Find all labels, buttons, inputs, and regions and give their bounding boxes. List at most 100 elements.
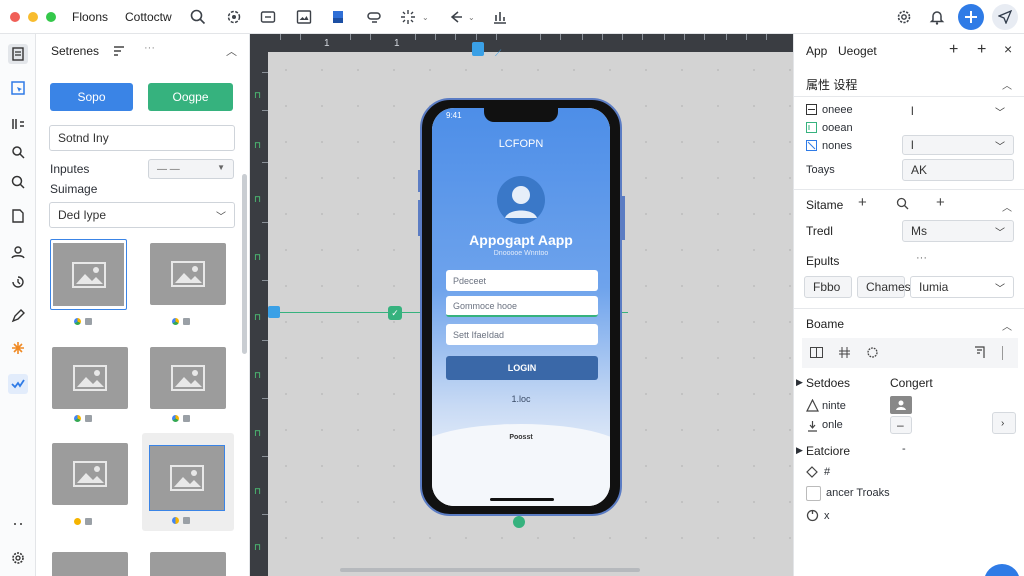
pen-tool-icon[interactable]: [8, 306, 28, 326]
floating-action-button[interactable]: [984, 564, 1020, 576]
congert-label: Congert: [890, 376, 933, 390]
zoom-icon[interactable]: [8, 142, 28, 162]
chevron-up-icon[interactable]: ︿: [1002, 77, 1012, 92]
prop-select[interactable]: l ﹀: [902, 135, 1014, 155]
layer-icon[interactable]: [328, 7, 348, 27]
home-indicator: [490, 498, 554, 501]
window-icon[interactable]: [258, 7, 278, 27]
more-options-icon[interactable]: [8, 514, 28, 534]
constraint-pin-icon[interactable]: ✓: [388, 306, 402, 320]
menu-floons[interactable]: Floons: [72, 10, 108, 24]
image-thumbnail[interactable]: [52, 347, 128, 409]
phone-link[interactable]: 1.loc: [432, 394, 610, 404]
guide-handle-icon[interactable]: [268, 306, 280, 318]
chip-button[interactable]: Fbbo: [804, 276, 852, 298]
settings-icon[interactable]: [866, 346, 879, 359]
secondary-button[interactable]: Oogpe: [148, 83, 233, 111]
crosshair-icon[interactable]: [398, 7, 418, 27]
text-align-icon[interactable]: [974, 346, 987, 359]
image-frame-icon[interactable]: [294, 7, 314, 27]
chevron-down-icon[interactable]: ⌄: [468, 13, 475, 22]
phone-input-2[interactable]: Gommoce hooe: [446, 296, 598, 317]
document-icon[interactable]: [8, 206, 28, 226]
user-icon[interactable]: [8, 242, 28, 262]
phone-screen: 9:41 LCFOPN Appogapt Aapp Dnooooe Wnntoo…: [432, 108, 610, 506]
gear-icon[interactable]: [894, 7, 914, 27]
frame-select-icon[interactable]: [8, 78, 28, 98]
menu-cottoctw[interactable]: Cottoctw: [125, 10, 172, 24]
frame-anchor-icon[interactable]: [513, 516, 525, 528]
minimize-window-button[interactable]: [28, 12, 38, 22]
search-icon[interactable]: [188, 7, 208, 27]
horizontal-scrollbar[interactable]: [340, 568, 640, 572]
distribute-icon[interactable]: [838, 346, 851, 359]
search-icon[interactable]: [8, 172, 28, 192]
login-button[interactable]: LOGIN: [446, 356, 598, 380]
add-icon[interactable]: +: [936, 194, 945, 211]
sort-icon[interactable]: [112, 43, 126, 57]
maximize-window-button[interactable]: [46, 12, 56, 22]
gear-icon[interactable]: [8, 548, 28, 568]
plugin-icon[interactable]: [8, 338, 28, 358]
check-icon[interactable]: [8, 374, 28, 394]
caret-right-icon[interactable]: ▶: [796, 377, 803, 388]
phone-input-1[interactable]: Pdeceet: [446, 270, 598, 291]
design-canvas[interactable]: 1 1 ⟋: [250, 34, 793, 576]
ruler-number: 1: [324, 38, 330, 49]
image-thumbnail[interactable]: [149, 445, 225, 511]
chip-select[interactable]: Iumia ﹀: [910, 276, 1014, 298]
thumbnail-hover-card[interactable]: [142, 433, 234, 531]
send-icon[interactable]: [992, 4, 1018, 30]
image-thumbnail[interactable]: [50, 239, 127, 310]
chevron-up-icon[interactable]: ︿: [1002, 199, 1012, 214]
image-thumbnail[interactable]: [150, 243, 226, 305]
scrollbar[interactable]: [242, 174, 247, 354]
phone-frame[interactable]: 9:41 LCFOPN Appogapt Aapp Dnooooe Wnntoo…: [418, 98, 625, 516]
pages-icon[interactable]: [8, 44, 28, 64]
tredl-select[interactable]: Ms ﹀: [902, 220, 1014, 242]
image-thumbnail[interactable]: [150, 552, 226, 576]
close-icon[interactable]: ×: [1004, 41, 1012, 57]
inputs-select[interactable]: — — ▼: [148, 159, 234, 179]
prop-value: l: [911, 138, 914, 152]
chevron-up-icon[interactable]: ︿: [1002, 318, 1012, 333]
chip-button[interactable]: Chames: [857, 276, 911, 298]
prop-select[interactable]: l ﹀: [902, 101, 1014, 121]
columns-icon[interactable]: [810, 346, 823, 359]
user-icon[interactable]: [890, 396, 912, 414]
warning-icon: [806, 399, 819, 412]
chevron-right-button[interactable]: ›: [992, 412, 1016, 434]
zoom-settings-icon[interactable]: [224, 7, 244, 27]
close-window-button[interactable]: [10, 12, 20, 22]
add-icon[interactable]: +: [949, 41, 958, 59]
image-thumbnail[interactable]: [150, 347, 226, 409]
onle-select[interactable]: –: [890, 416, 912, 434]
image-thumbnail[interactable]: [52, 443, 128, 505]
add-icon[interactable]: +: [977, 41, 986, 59]
add-button[interactable]: [958, 4, 984, 30]
grid-tool-icon[interactable]: [8, 114, 28, 134]
image-thumbnail[interactable]: [52, 552, 128, 576]
phone-input-3[interactable]: Sett IfaeIdad: [446, 324, 598, 345]
chevron-up-icon[interactable]: ︿: [226, 43, 237, 59]
chart-bars-icon[interactable]: [490, 7, 510, 27]
text-input[interactable]: Sotnd Iny: [49, 125, 235, 151]
phone-notch: [484, 108, 558, 122]
type-select[interactable]: Ded Iype ﹀: [49, 202, 235, 228]
caret-right-icon[interactable]: ▶: [796, 445, 803, 456]
checkbox[interactable]: [806, 486, 821, 501]
chevron-down-icon[interactable]: ⌄: [422, 13, 429, 22]
more-options-icon[interactable]: ···: [144, 42, 155, 54]
ninte-label: ninte: [822, 400, 846, 412]
undo-arrow-icon[interactable]: [446, 7, 466, 27]
refresh-icon[interactable]: [806, 509, 819, 522]
primary-button[interactable]: Sopo: [50, 83, 133, 111]
more-options-icon[interactable]: ···: [916, 252, 927, 264]
add-icon[interactable]: +: [858, 194, 867, 211]
history-icon[interactable]: [8, 272, 28, 292]
bell-icon[interactable]: [927, 7, 947, 27]
toolbar-separator: [1002, 346, 1003, 360]
prop-input[interactable]: AK: [902, 159, 1014, 181]
link-icon[interactable]: [364, 7, 384, 27]
search-icon[interactable]: [896, 197, 909, 210]
